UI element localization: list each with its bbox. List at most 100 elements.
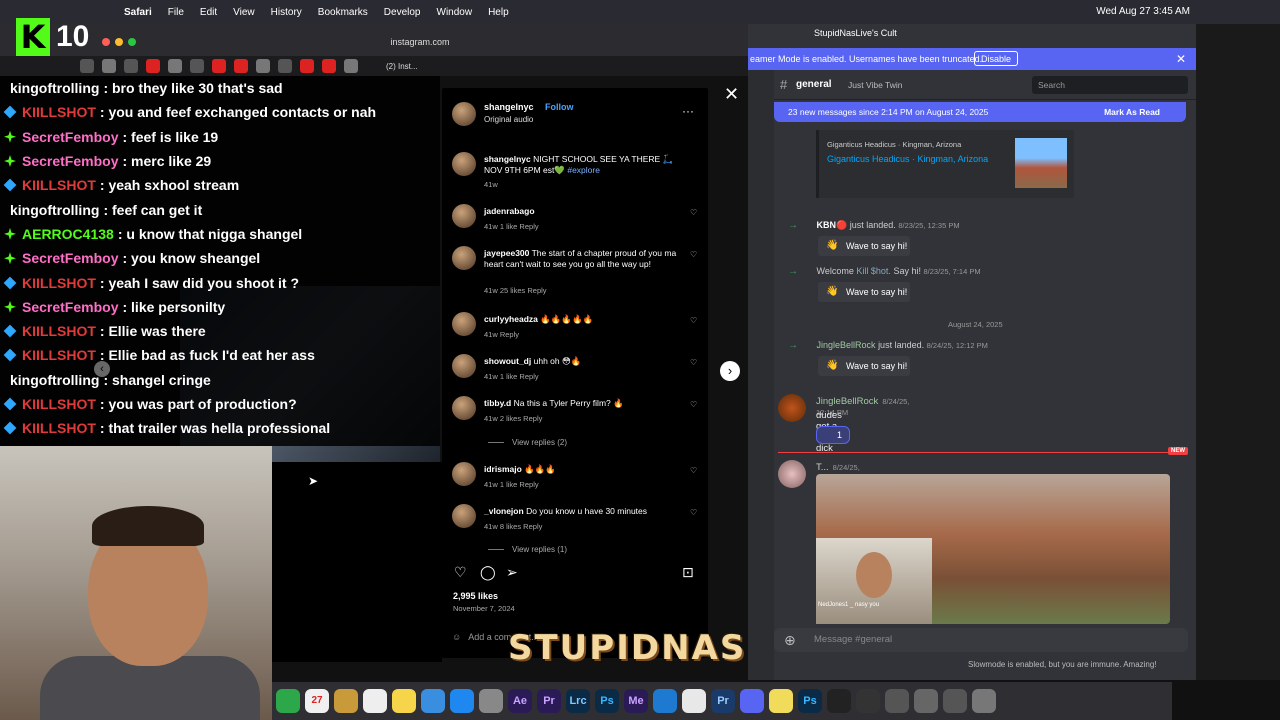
- chat-username[interactable]: SecretFemboy: [22, 129, 118, 145]
- avatar[interactable]: [452, 462, 476, 486]
- view-replies-button[interactable]: View replies (2): [488, 438, 567, 447]
- youtube-tab-icon[interactable]: [212, 59, 226, 73]
- window-thumbnail-icon[interactable]: [914, 689, 938, 713]
- close-icon[interactable]: ✕: [1176, 48, 1186, 70]
- lightroom-icon[interactable]: Lrc: [566, 689, 590, 713]
- discord-icon[interactable]: [740, 689, 764, 713]
- chat-username[interactable]: kingoftrolling: [10, 80, 99, 96]
- window-thumbnail-icon[interactable]: [943, 689, 967, 713]
- share-icon[interactable]: ➢: [506, 564, 518, 581]
- window-thumbnail-icon[interactable]: [885, 689, 909, 713]
- caption-user[interactable]: shangelnyc: [484, 154, 531, 164]
- chat-username[interactable]: KIILLSHOT: [22, 177, 96, 193]
- comment-meta[interactable]: 41w 8 likes Reply: [484, 522, 542, 531]
- chat-username[interactable]: SecretFemboy: [22, 250, 118, 266]
- heart-icon[interactable]: ♡: [690, 208, 697, 217]
- tab-favicon-icon[interactable]: [344, 59, 358, 73]
- finder-folder-icon[interactable]: [334, 689, 358, 713]
- facetime-icon[interactable]: [276, 689, 300, 713]
- tab-favicon-icon[interactable]: [168, 59, 182, 73]
- view-replies-button[interactable]: View replies (1): [488, 545, 567, 554]
- zoom-window-icon[interactable]: [128, 38, 136, 46]
- avatar[interactable]: [452, 396, 476, 420]
- menu-app-name[interactable]: Safari: [124, 7, 152, 18]
- trash-icon[interactable]: [972, 689, 996, 713]
- chat-username[interactable]: KIILLSHOT: [22, 275, 96, 291]
- system-user[interactable]: Kill $hot.: [856, 266, 891, 276]
- wave-button[interactable]: Wave to say hi!: [818, 236, 910, 256]
- new-messages-bar[interactable]: 23 new messages since 2:14 PM on August …: [774, 102, 1186, 122]
- menu-edit[interactable]: Edit: [200, 7, 217, 18]
- stickies-icon[interactable]: [769, 689, 793, 713]
- after-effects-icon[interactable]: Ae: [508, 689, 532, 713]
- photoshop-icon[interactable]: Ps: [595, 689, 619, 713]
- like-icon[interactable]: ♡: [454, 564, 467, 581]
- comment-meta[interactable]: 41w 25 likes Reply: [484, 286, 547, 295]
- tab-favicon-icon[interactable]: [278, 59, 292, 73]
- comment-meta[interactable]: 41w 2 likes Reply: [484, 414, 542, 423]
- preview-icon[interactable]: Pr: [711, 689, 735, 713]
- chat-username[interactable]: KIILLSHOT: [22, 104, 96, 120]
- wave-button[interactable]: Wave to say hi!: [818, 356, 910, 376]
- comment-author[interactable]: jayepee300: [484, 248, 529, 258]
- heart-icon[interactable]: ♡: [690, 358, 697, 367]
- menu-file[interactable]: File: [168, 7, 184, 18]
- menu-develop[interactable]: Develop: [384, 7, 421, 18]
- avatar[interactable]: [778, 394, 806, 422]
- channel-topic[interactable]: Just Vibe Twin: [848, 80, 903, 90]
- comment-meta[interactable]: 41w 1 like Reply: [484, 372, 539, 381]
- photoshop-icon[interactable]: Ps: [798, 689, 822, 713]
- calendar-icon[interactable]: 27: [305, 689, 329, 713]
- close-window-icon[interactable]: [102, 38, 110, 46]
- tab-favicon-icon[interactable]: [124, 59, 138, 73]
- avatar[interactable]: [452, 102, 476, 126]
- wave-button[interactable]: Wave to say hi!: [818, 282, 910, 302]
- next-post-icon[interactable]: ›: [720, 361, 740, 381]
- comment-meta[interactable]: 41w 1 like Reply: [484, 222, 539, 231]
- comment-author[interactable]: jadenrabago: [484, 206, 535, 216]
- system-user[interactable]: KBN🔴: [817, 220, 848, 230]
- chat-username[interactable]: SecretFemboy: [22, 299, 118, 315]
- app-store-icon[interactable]: [450, 689, 474, 713]
- reminders-icon[interactable]: [363, 689, 387, 713]
- reaction-chip[interactable]: 1: [816, 426, 850, 444]
- heart-icon[interactable]: ♡: [690, 466, 697, 475]
- youtube-tab-icon[interactable]: [322, 59, 336, 73]
- close-icon[interactable]: ✕: [724, 84, 739, 105]
- terminal-icon[interactable]: [827, 689, 851, 713]
- tab-favicon-icon[interactable]: [190, 59, 204, 73]
- disable-button[interactable]: Disable: [974, 51, 1019, 66]
- chat-username[interactable]: kingoftrolling: [10, 372, 99, 388]
- youtube-tab-icon[interactable]: [146, 59, 160, 73]
- minimize-window-icon[interactable]: [115, 38, 123, 46]
- message-input[interactable]: ⊕ Message #general: [774, 628, 1188, 652]
- previous-post-icon[interactable]: ‹: [94, 361, 110, 377]
- tab-favicon-icon[interactable]: [256, 59, 270, 73]
- chat-username[interactable]: KIILLSHOT: [22, 347, 96, 363]
- avatar[interactable]: [452, 312, 476, 336]
- menu-window[interactable]: Window: [437, 7, 473, 18]
- chat-username[interactable]: kingoftrolling: [10, 202, 99, 218]
- search-input[interactable]: Search: [1032, 76, 1188, 94]
- avatar[interactable]: [452, 246, 476, 270]
- chat-username[interactable]: KIILLSHOT: [22, 323, 96, 339]
- tab-favicon-icon[interactable]: [80, 59, 94, 73]
- menu-help[interactable]: Help: [488, 7, 509, 18]
- chat-username[interactable]: KIILLSHOT: [22, 396, 96, 412]
- post-author[interactable]: shangelnyc: [484, 102, 534, 112]
- heart-icon[interactable]: ♡: [690, 250, 697, 259]
- embed-title[interactable]: Giganticus Headicus · Kingman, Arizona: [827, 154, 988, 164]
- more-options-icon[interactable]: ···: [682, 104, 694, 118]
- freeform-icon[interactable]: [421, 689, 445, 713]
- premiere-icon[interactable]: Pr: [537, 689, 561, 713]
- vscode-icon[interactable]: [653, 689, 677, 713]
- heart-icon[interactable]: ♡: [690, 508, 697, 517]
- instagram-tab-label[interactable]: (2) Inst...: [386, 62, 418, 71]
- heart-icon[interactable]: ♡: [690, 316, 697, 325]
- mark-as-read-button[interactable]: Mark As Read: [1104, 102, 1160, 122]
- chat-username[interactable]: AERROC4138: [22, 226, 114, 242]
- youtube-tab-icon[interactable]: [234, 59, 248, 73]
- like-count[interactable]: 2,995 likes: [453, 591, 498, 601]
- menu-history[interactable]: History: [271, 7, 302, 18]
- tab-favicon-icon[interactable]: [102, 59, 116, 73]
